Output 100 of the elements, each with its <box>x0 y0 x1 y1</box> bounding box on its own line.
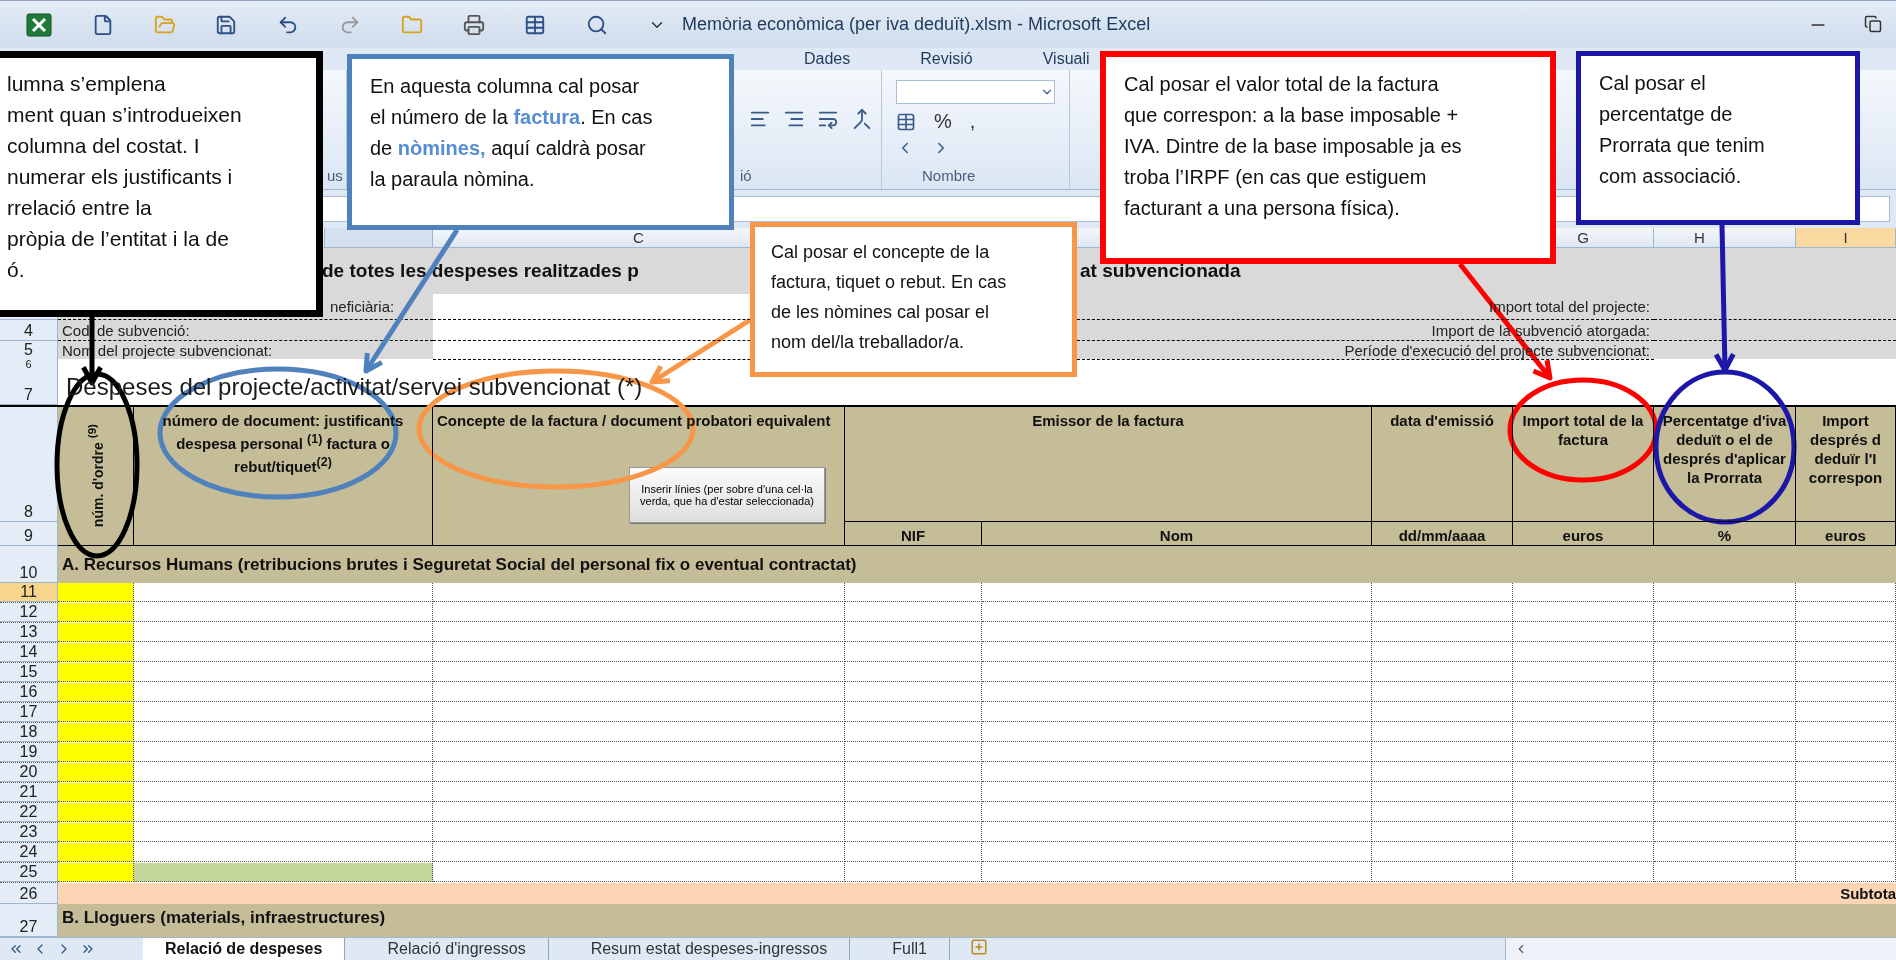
table-cell[interactable] <box>433 723 845 742</box>
table-cell[interactable] <box>1654 783 1796 802</box>
table-cell[interactable] <box>1654 843 1796 862</box>
table-cell[interactable] <box>1654 743 1796 762</box>
table-cell[interactable] <box>1796 583 1896 602</box>
row-number[interactable]: 4 <box>0 320 58 341</box>
table-cell[interactable] <box>982 843 1372 862</box>
table-cell[interactable] <box>1796 683 1896 702</box>
sheet-tab[interactable]: Resum estat despeses-ingressos <box>568 938 851 960</box>
save-icon[interactable] <box>215 13 238 36</box>
table-cell[interactable] <box>1654 603 1796 622</box>
row-number[interactable]: 17 <box>0 703 58 722</box>
order-cell[interactable] <box>58 623 134 642</box>
row-number[interactable]: 21 <box>0 783 58 802</box>
order-cell[interactable] <box>58 823 134 842</box>
table-cell[interactable] <box>433 663 845 682</box>
table-cell[interactable] <box>433 783 845 802</box>
table-cell[interactable] <box>982 803 1372 822</box>
table-cell[interactable] <box>1796 743 1896 762</box>
table-cell[interactable] <box>1654 643 1796 662</box>
restore-icon[interactable] <box>1864 14 1882 35</box>
sheet-tab[interactable]: Relació d'ingressos <box>365 938 549 960</box>
order-cell[interactable] <box>58 603 134 622</box>
table-cell[interactable] <box>1796 723 1896 742</box>
table-cell[interactable] <box>1796 803 1896 822</box>
row-number[interactable]: 8 <box>0 407 58 522</box>
table-cell[interactable] <box>1513 863 1654 882</box>
table-cell[interactable] <box>1654 863 1796 882</box>
table-cell[interactable] <box>982 683 1372 702</box>
column-header[interactable]: I <box>1796 228 1896 248</box>
table-cell[interactable] <box>433 823 845 842</box>
row-number[interactable]: 11 <box>0 583 58 602</box>
table-cell[interactable] <box>1796 863 1896 882</box>
table-cell[interactable] <box>982 763 1372 782</box>
table-cell[interactable] <box>982 783 1372 802</box>
row-number[interactable]: 27 <box>0 904 58 937</box>
table-cell[interactable] <box>1796 783 1896 802</box>
table-icon[interactable] <box>524 13 547 36</box>
table-cell[interactable] <box>433 863 845 882</box>
table-cell[interactable] <box>1513 583 1654 602</box>
column-header[interactable] <box>324 228 432 247</box>
horizontal-scrollbar[interactable] <box>1505 938 1896 960</box>
order-cell[interactable] <box>58 643 134 662</box>
table-cell[interactable] <box>433 703 845 722</box>
row-number[interactable]: 7 <box>0 369 58 405</box>
order-cell[interactable] <box>58 723 134 742</box>
order-cell[interactable] <box>58 803 134 822</box>
order-cell[interactable] <box>58 683 134 702</box>
order-cell[interactable] <box>58 663 134 682</box>
table-cell[interactable] <box>1654 703 1796 722</box>
number-format-button[interactable]: % <box>934 110 952 133</box>
order-cell[interactable] <box>58 703 134 722</box>
row-number[interactable]: 20 <box>0 763 58 782</box>
table-cell[interactable] <box>1654 823 1796 842</box>
ribbon-tab[interactable]: Revisió <box>916 50 977 68</box>
row-number[interactable]: 9 <box>0 522 58 546</box>
table-cell[interactable] <box>982 723 1372 742</box>
table-cell[interactable] <box>1654 683 1796 702</box>
sheet-tab[interactable]: Full1 <box>870 938 950 960</box>
table-cell[interactable] <box>1654 663 1796 682</box>
table-cell[interactable] <box>433 603 845 622</box>
table-cell[interactable] <box>134 583 433 602</box>
row-number[interactable]: 19 <box>0 743 58 762</box>
table-cell[interactable] <box>1796 763 1896 782</box>
number-format-button[interactable]: , <box>969 110 976 133</box>
order-cell[interactable] <box>58 843 134 862</box>
table-cell[interactable] <box>1372 583 1513 602</box>
table-cell[interactable] <box>982 583 1372 602</box>
table-cell[interactable] <box>1654 623 1796 642</box>
table-cell[interactable] <box>433 583 845 602</box>
row-number[interactable]: 15 <box>0 663 58 682</box>
table-cell[interactable] <box>982 703 1372 722</box>
table-cell[interactable] <box>982 663 1372 682</box>
spreadsheet-logo-icon[interactable] <box>26 12 52 37</box>
table-cell[interactable] <box>1796 703 1896 722</box>
row-number[interactable]: 22 <box>0 803 58 822</box>
table-cell[interactable] <box>1796 643 1896 662</box>
row-number[interactable]: 23 <box>0 823 58 842</box>
row-number[interactable]: 24 <box>0 843 58 862</box>
table-cell[interactable] <box>845 583 982 602</box>
row-number[interactable]: 10 <box>0 546 58 583</box>
table-cell[interactable] <box>1796 663 1896 682</box>
row-number[interactable]: 13 <box>0 623 58 642</box>
row-number[interactable]: 26 <box>0 883 58 904</box>
table-cell[interactable] <box>982 623 1372 642</box>
ribbon-tab[interactable]: Visuali <box>1038 50 1094 68</box>
row-number[interactable]: 18 <box>0 723 58 742</box>
table-cell[interactable] <box>1654 803 1796 822</box>
table-cell[interactable] <box>1796 843 1896 862</box>
table-cell[interactable] <box>1796 823 1896 842</box>
table-cell[interactable] <box>433 843 845 862</box>
search-icon[interactable] <box>586 13 609 36</box>
printer-icon[interactable] <box>462 13 485 36</box>
table-cell[interactable] <box>134 863 433 882</box>
table-cell[interactable] <box>1796 623 1896 642</box>
table-cell[interactable] <box>1372 863 1513 882</box>
ribbon-tab[interactable]: Dades <box>800 50 855 68</box>
insert-rows-button[interactable]: Inserir línies (per sobre d'una cel·la verda, que ha d'estar seleccionada) <box>629 467 825 523</box>
order-cell[interactable] <box>58 763 134 782</box>
row-number[interactable]: 25 <box>0 863 58 882</box>
